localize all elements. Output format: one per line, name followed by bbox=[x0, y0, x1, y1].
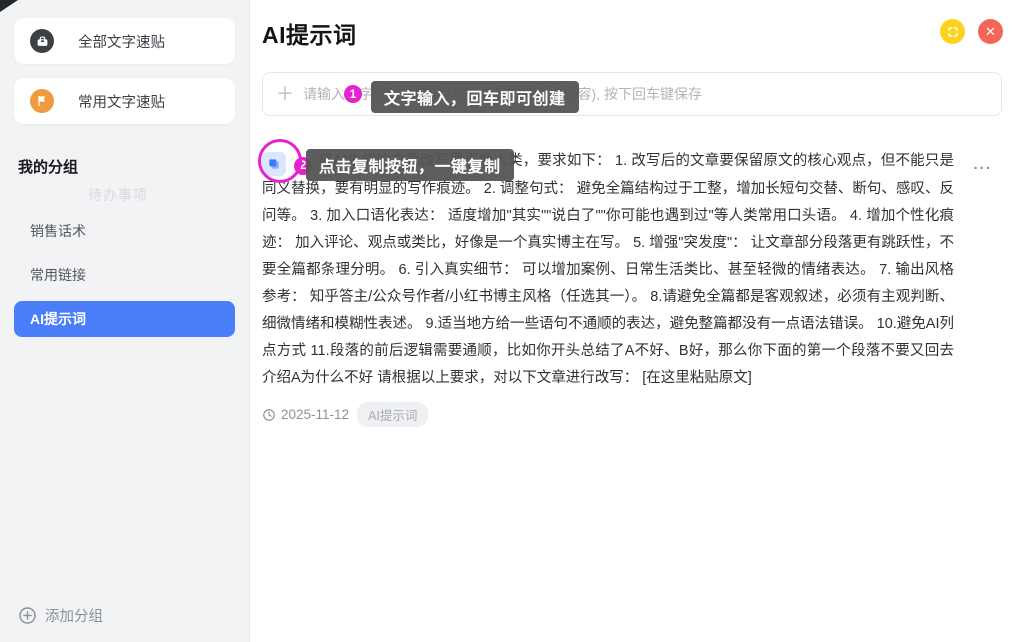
sidebar: 全部文字速贴 常用文字速贴 我的分组 待办事项 销售话术 常用链接 AI提示词 bbox=[0, 0, 250, 642]
sidebar-item-all-snippets[interactable]: 全部文字速贴 bbox=[14, 18, 235, 64]
sidebar-item-frequent-snippets[interactable]: 常用文字速贴 bbox=[14, 78, 235, 124]
background-ghost-text: 待办事项 bbox=[88, 185, 235, 205]
page-title: AI提示词 bbox=[262, 16, 1003, 50]
clock-icon bbox=[262, 408, 276, 422]
snippet-card: 点击复制按钮，一键复制 ... 2将AI生成的文章改写得更像人类，要求如下： 1… bbox=[262, 148, 1002, 427]
group-list: 销售话术 常用链接 AI提示词 bbox=[14, 213, 235, 337]
sidebar-group-sales[interactable]: 销售话术 bbox=[14, 213, 235, 249]
group-label: 常用链接 bbox=[30, 265, 86, 285]
sidebar-section-title: 我的分组 bbox=[18, 156, 235, 177]
group-label: AI提示词 bbox=[30, 309, 86, 329]
sidebar-item-label: 常用文字速贴 bbox=[78, 91, 165, 112]
onboarding-tooltip: 文字输入，回车即可创建 bbox=[371, 81, 579, 113]
sidebar-group-links[interactable]: 常用链接 bbox=[14, 257, 235, 293]
sidebar-item-label: 全部文字速贴 bbox=[78, 31, 165, 52]
add-group-button[interactable]: 添加分组 bbox=[18, 605, 103, 626]
snippet-date: 2025-11-12 bbox=[281, 407, 349, 422]
more-menu-icon[interactable]: ... bbox=[973, 156, 992, 173]
snippet-text-block: 2将AI生成的文章改写得更像人类，要求如下： 1. 改写后的文章要保留原文的核心… bbox=[262, 148, 954, 392]
group-label: 销售话术 bbox=[30, 221, 86, 241]
add-group-label: 添加分组 bbox=[45, 605, 103, 626]
onboarding-tooltip: 点击复制按钮，一键复制 bbox=[306, 149, 514, 181]
snippet-tag: AI提示词 bbox=[357, 402, 428, 427]
resize-button[interactable] bbox=[940, 19, 965, 44]
clipboard-icon bbox=[30, 29, 54, 53]
copy-button[interactable] bbox=[262, 152, 286, 176]
desktop-cursor-artifact bbox=[0, 0, 18, 12]
frame-icon bbox=[947, 26, 959, 38]
plus-icon[interactable]: ＋ bbox=[276, 84, 294, 104]
sidebar-group-ai-prompts[interactable]: AI提示词 bbox=[14, 301, 235, 337]
snippet-text: 将AI生成的文章改写得更像人类，要求如下： 1. 改写后的文章要保留原文的核心观… bbox=[262, 153, 954, 386]
close-button[interactable]: ✕ bbox=[978, 19, 1003, 44]
onboarding-step-badge: 1 bbox=[344, 85, 362, 103]
app-window: 全部文字速贴 常用文字速贴 我的分组 待办事项 销售话术 常用链接 AI提示词 bbox=[0, 0, 1017, 642]
flag-icon bbox=[30, 89, 54, 113]
circle-plus-icon bbox=[18, 606, 37, 625]
main-panel: AI提示词 ✕ ＋ 1 文字输入，回车即可创建 点击复制按钮，一键复制 ... … bbox=[250, 0, 1017, 642]
date-row: 2025-11-12 bbox=[262, 407, 349, 422]
quick-add-area: ＋ 1 文字输入，回车即可创建 bbox=[262, 72, 1003, 116]
window-controls: ✕ bbox=[940, 19, 1003, 44]
copy-icon bbox=[267, 157, 281, 171]
close-icon: ✕ bbox=[985, 24, 996, 40]
snippet-meta: 2025-11-12 AI提示词 bbox=[262, 402, 1002, 427]
